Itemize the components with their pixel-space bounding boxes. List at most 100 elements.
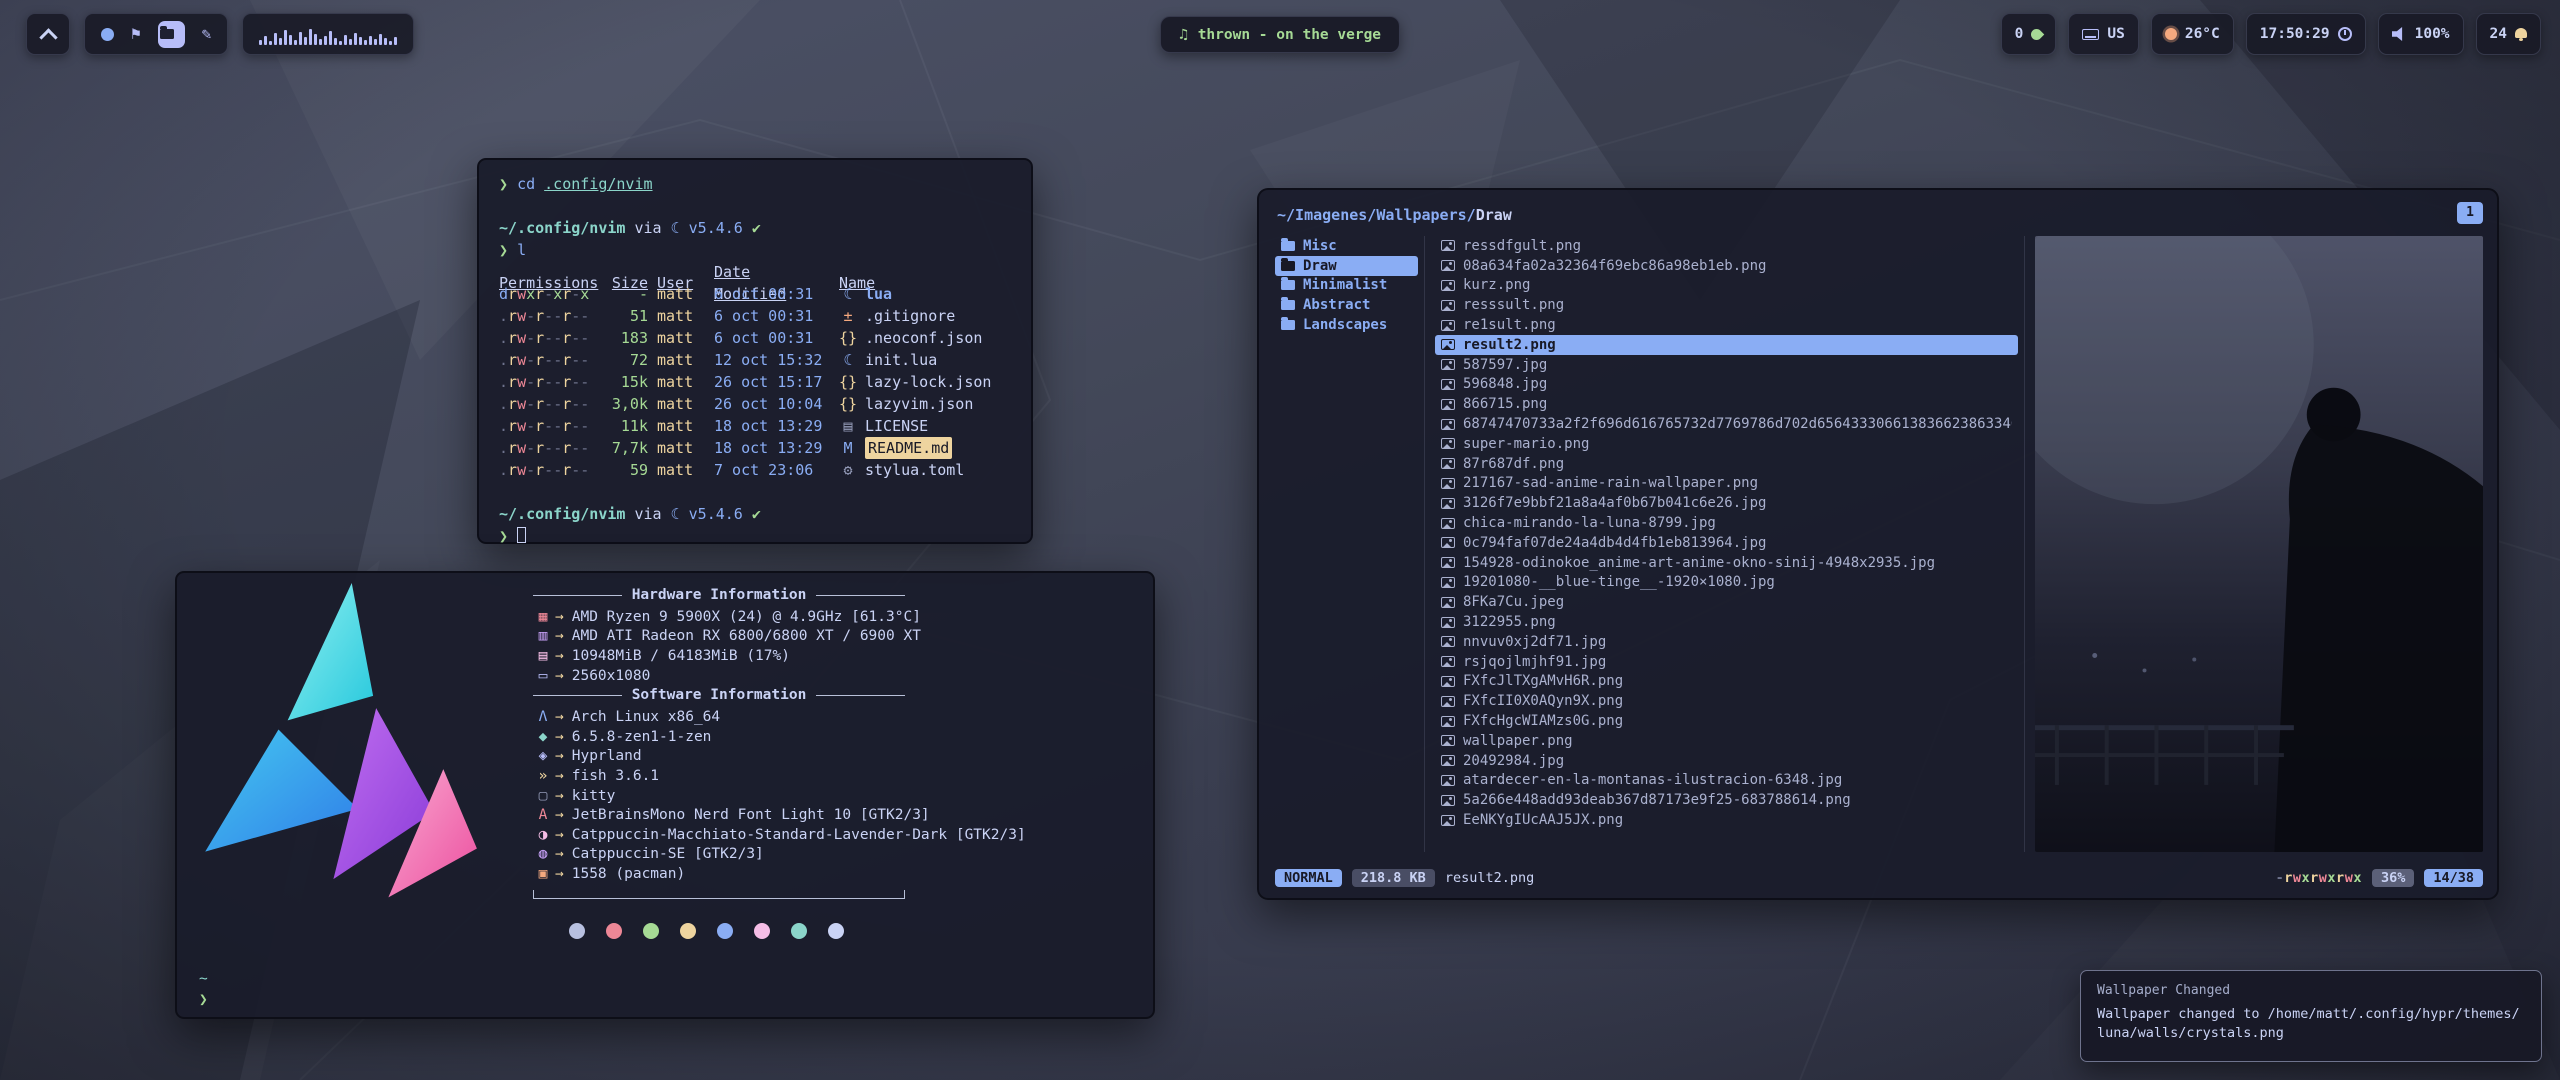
command-argument: .config/nvim	[544, 175, 652, 193]
file-list-item[interactable]: 5a266e448add93deab367d87173e9f25-6837886…	[1435, 790, 2018, 810]
sidebar-folder[interactable]: Minimalist	[1275, 276, 1418, 296]
workspace-active[interactable]	[158, 21, 185, 48]
sidebar-folder[interactable]: Draw	[1275, 256, 1418, 276]
image-file-icon	[1441, 320, 1455, 331]
file-list-item[interactable]: kurz.png	[1435, 276, 2018, 296]
image-file-icon	[1441, 537, 1455, 548]
fetch-bracket	[533, 890, 905, 899]
file-name: resssult.png	[1463, 297, 1564, 313]
folder-name: Landscapes	[1303, 317, 1387, 333]
notifications-widget[interactable]: 24	[2476, 13, 2541, 55]
file-size: 51	[602, 305, 648, 327]
tab-badge[interactable]: 1	[2457, 202, 2483, 224]
notification-toast[interactable]: Wallpaper Changed Wallpaper changed to /…	[2080, 970, 2542, 1062]
file-user: matt	[657, 415, 705, 437]
file-date: 26 oct 15:17	[714, 371, 830, 393]
file-name: README.md	[865, 437, 952, 459]
file-list-item[interactable]: 20492984.jpg	[1435, 751, 2018, 771]
sidebar-folder[interactable]: Landscapes	[1275, 315, 1418, 335]
visualizer-bar	[379, 34, 382, 45]
via-label: via	[634, 219, 661, 237]
file-name: FXfcHgcWIAMzs0G.png	[1463, 713, 1623, 729]
file-list-item[interactable]: 8FKa7Cu.jpeg	[1435, 592, 2018, 612]
lua-icon: ☾	[839, 283, 857, 305]
keyboard-layout-label: US	[2107, 26, 2124, 42]
file-list-item[interactable]: wallpaper.png	[1435, 731, 2018, 751]
file-list-item[interactable]: 596848.jpg	[1435, 375, 2018, 395]
file-list-item[interactable]: 68747470733a2f2f696d616765732d7769786d70…	[1435, 414, 2018, 434]
file-list-item[interactable]: 587597.jpg	[1435, 355, 2018, 375]
visualizer-bar	[369, 36, 372, 45]
weather-widget[interactable]: 26°C	[2151, 13, 2234, 55]
file-list-item[interactable]: 3126f7e9bbf21a8a4af0b67b041c6e26.jpg	[1435, 493, 2018, 513]
file-name: 866715.png	[1463, 396, 1547, 412]
file-list-item[interactable]: FXfcHgcWIAMzs0G.png	[1435, 711, 2018, 731]
file-list-item[interactable]: super-mario.png	[1435, 434, 2018, 454]
terminal-input-line[interactable]: ❯	[499, 525, 1011, 547]
file-list-item[interactable]: re1sult.png	[1435, 315, 2018, 335]
lua-moon-icon: ☾	[671, 219, 680, 237]
file-name-cell: {}lazy-lock.json	[839, 371, 1011, 393]
updates-widget[interactable]: 0	[2001, 13, 2057, 55]
file-list-item[interactable]: 87r687df.png	[1435, 454, 2018, 474]
sidebar-folder[interactable]: Misc	[1275, 236, 1418, 256]
file-permissions: .rw-r--r--	[499, 371, 593, 393]
image-file-icon	[1441, 656, 1455, 667]
file-list-item[interactable]: nnvuv0xj2df71.jpg	[1435, 632, 2018, 652]
file-list-item[interactable]: 3122955.png	[1435, 612, 2018, 632]
fetch-value: 6.5.8-zen1-1-zen	[572, 729, 712, 745]
file-name: re1sult.png	[1463, 317, 1556, 333]
prompt-icon: ❯	[499, 527, 508, 545]
file-list-item[interactable]: 154928-odinokoe_anime-art-anime-okno-sin…	[1435, 553, 2018, 573]
cpu-icon: ▦	[533, 609, 553, 625]
file-permissions: .rw-r--r--	[499, 305, 593, 327]
file-list-item[interactable]: rsjqojlmjhf91.jpg	[1435, 652, 2018, 672]
file-list-item[interactable]: result2.png	[1435, 335, 2018, 355]
arrow-icon: →	[555, 788, 564, 804]
file-name: 3122955.png	[1463, 614, 1556, 630]
file-date: 18 oct 13:29	[714, 437, 830, 459]
file-list-item[interactable]: FXfcII0X0AQyn9X.png	[1435, 691, 2018, 711]
keyboard-layout-widget[interactable]: US	[2068, 13, 2138, 55]
file-list-item[interactable]: 19201080-__blue-tinge__-1920×1080.jpg	[1435, 573, 2018, 593]
image-file-icon	[1441, 676, 1455, 687]
command-name: cd	[517, 175, 535, 193]
file-list-item[interactable]: chica-mirando-la-luna-8799.jpg	[1435, 513, 2018, 533]
visualizer-bar	[389, 41, 392, 45]
file-manager-window[interactable]: ~/Imagenes/Wallpapers/Draw 1 MiscDrawMin…	[1257, 188, 2499, 900]
terminal-ls-header: PermissionsSizeUserDate ModifiedName	[499, 261, 1011, 283]
file-list-item[interactable]: EeNKYgIUcAAJ5JX.png	[1435, 810, 2018, 830]
arrow-icon: →	[555, 628, 564, 644]
folder-name: Abstract	[1303, 297, 1370, 313]
volume-widget[interactable]: 100%	[2378, 13, 2464, 55]
music-player-widget[interactable]: ♫ thrown - on the verge	[1160, 16, 1400, 53]
file-name: 19201080-__blue-tinge__-1920×1080.jpg	[1463, 574, 1775, 590]
json-icon: {}	[839, 371, 857, 393]
fetch-row: ▣→1558 (pacman)	[533, 864, 1093, 884]
file-list-item[interactable]: resssult.png	[1435, 295, 2018, 315]
workspace-paint-icon[interactable]: ✎	[202, 26, 212, 42]
folder-icon	[1281, 241, 1295, 251]
sidebar-folder[interactable]: Abstract	[1275, 295, 1418, 315]
app-launcher-button[interactable]	[26, 13, 70, 55]
file-list-item[interactable]: 0c794faf07de24a4db4d4fb1eb813964.jpg	[1435, 533, 2018, 553]
fetch-value: Catppuccin-SE [GTK2/3]	[572, 846, 764, 862]
file-permissions: .rw-r--r--	[499, 437, 593, 459]
file-list-item[interactable]: atardecer-en-la-montanas-ilustracion-634…	[1435, 771, 2018, 791]
file-user: matt	[657, 349, 705, 371]
clock-widget[interactable]: 17:50:29	[2246, 13, 2366, 55]
file-name: lazyvim.json	[865, 393, 973, 415]
file-list-item[interactable]: 866715.png	[1435, 394, 2018, 414]
workspace-browser-icon[interactable]	[101, 28, 114, 41]
workspace-flag-icon[interactable]: ⚑	[131, 26, 141, 42]
updates-count: 0	[2015, 26, 2024, 42]
file-list-item[interactable]: 217167-sad-anime-rain-wallpaper.png	[1435, 474, 2018, 494]
file-list-item[interactable]: ressdfgult.png	[1435, 236, 2018, 256]
icons-icon: ◍	[533, 846, 553, 862]
gpu-icon: ▥	[533, 628, 553, 644]
file-list-item[interactable]: FXfcJlTXgAMvH6R.png	[1435, 672, 2018, 692]
fetch-terminal-window[interactable]: Hardware Information▦→AMD Ryzen 9 5900X …	[175, 571, 1155, 1019]
file-list-item[interactable]: 08a634fa02a32364f69ebc86a98eb1eb.png	[1435, 256, 2018, 276]
terminal-window[interactable]: ❯ cd .config/nvim ~/.config/nvim via ☾ v…	[477, 158, 1033, 544]
fetch-prompt[interactable]: ~ ❯	[199, 969, 208, 1011]
